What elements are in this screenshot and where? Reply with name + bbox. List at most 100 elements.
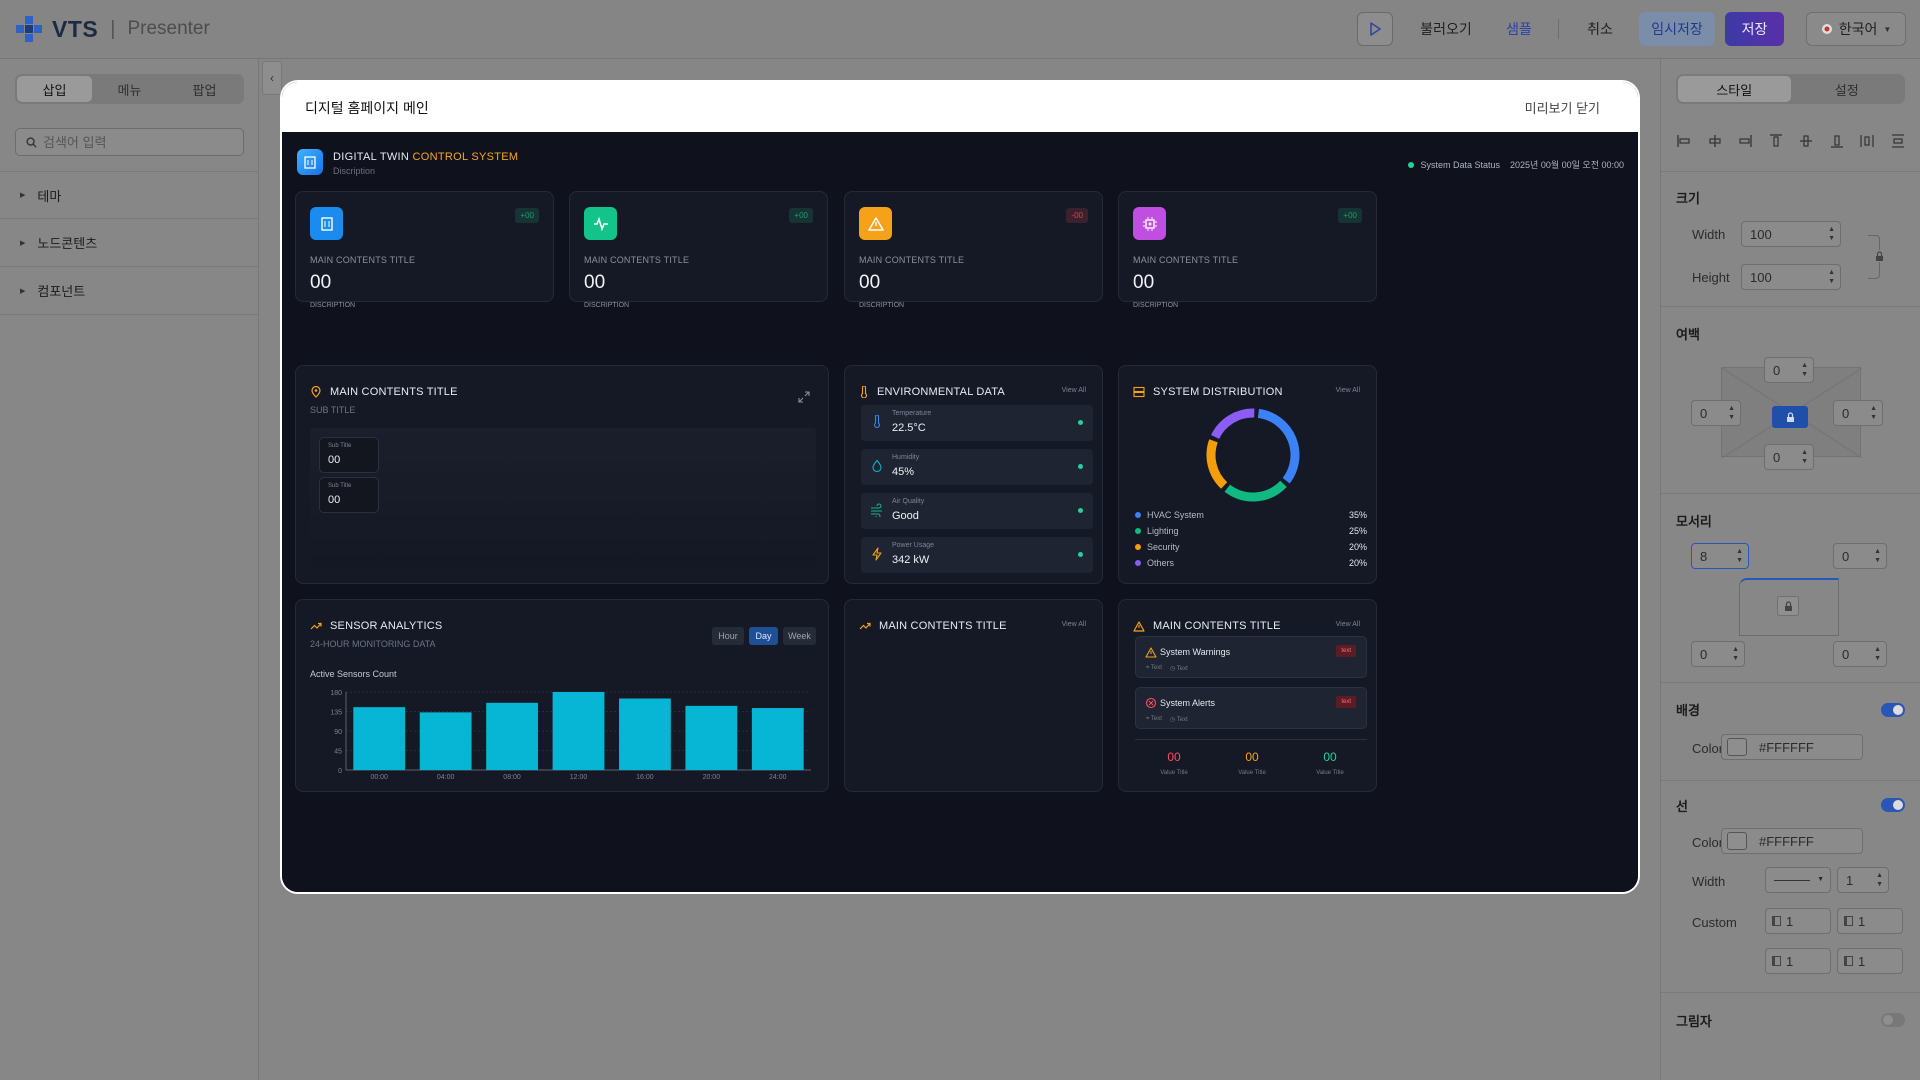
tab-hour[interactable]: Hour: [712, 627, 744, 645]
width-input[interactable]: 100 ▲ ▼: [1741, 221, 1841, 247]
legend-item: Others 20%: [1135, 558, 1367, 568]
stepper-icon[interactable]: ▲ ▼: [1801, 448, 1808, 466]
corner-bl-input[interactable]: 0 ▲ ▼: [1691, 641, 1745, 667]
align-left-icon[interactable]: [1676, 133, 1692, 149]
margin-right-input[interactable]: 0 ▲ ▼: [1833, 400, 1883, 426]
env-data-row[interactable]: Air Quality Good: [861, 493, 1093, 529]
corner-lock-button[interactable]: [1777, 596, 1799, 616]
system-status: System Data Status 2025년 00월 00일 오전 00:0…: [1408, 158, 1624, 171]
stepper-icon[interactable]: ▲ ▼: [1870, 404, 1877, 422]
alert-item[interactable]: System Warnings text ⌖ Text ◷ Text: [1135, 636, 1367, 678]
border-left-input[interactable]: 1: [1837, 948, 1903, 974]
tab-menu[interactable]: 메뉴: [92, 76, 167, 102]
map-pin-icon: [311, 386, 321, 398]
trending-up-icon: [310, 622, 322, 630]
stat-label: MAIN CONTENTS TITLE: [584, 255, 690, 265]
play-button[interactable]: [1357, 12, 1393, 46]
margin-top-input[interactable]: 0 ▲ ▼: [1764, 357, 1814, 383]
stepper-icon[interactable]: ▲ ▼: [1732, 645, 1739, 663]
border-top-value: 1: [1786, 913, 1794, 929]
corner-tr-input[interactable]: 0 ▲ ▼: [1833, 543, 1887, 569]
height-input[interactable]: 100 ▲ ▼: [1741, 264, 1841, 290]
margin-lock-button[interactable]: [1772, 406, 1808, 428]
collapse-left-panel-button[interactable]: ‹: [262, 61, 282, 95]
align-top-icon[interactable]: [1768, 133, 1784, 149]
view-all-link[interactable]: View All: [1336, 387, 1360, 394]
background-toggle[interactable]: [1881, 703, 1905, 717]
status-dot-icon: [1408, 161, 1415, 168]
stepper-icon[interactable]: ▲ ▼: [1728, 404, 1735, 422]
tree-item-node-contents[interactable]: ▶ 노드콘텐츠: [0, 219, 259, 267]
load-button[interactable]: 불러오기: [1411, 12, 1481, 46]
stepper-icon[interactable]: ▲ ▼: [1828, 268, 1835, 286]
stepper-icon[interactable]: ▲ ▼: [1736, 547, 1743, 565]
env-data-row[interactable]: Temperature 22.5°C: [861, 405, 1093, 441]
status-dot-icon: [1078, 420, 1083, 425]
tab-week[interactable]: Week: [783, 627, 816, 645]
env-data-row[interactable]: Humidity 45%: [861, 449, 1093, 485]
align-bottom-icon[interactable]: [1829, 133, 1845, 149]
summary-value: 00: [1167, 750, 1181, 764]
env-value: 342 kW: [892, 554, 930, 566]
line-color-swatch[interactable]: [1727, 832, 1747, 850]
border-right-input[interactable]: 1: [1837, 908, 1903, 934]
margin-bottom-input[interactable]: 0 ▲ ▼: [1764, 444, 1814, 470]
line-style-select[interactable]: ▼: [1765, 867, 1831, 893]
align-right-icon[interactable]: [1737, 133, 1753, 149]
tab-settings[interactable]: 설정: [1791, 76, 1904, 102]
temp-save-button[interactable]: 임시저장: [1639, 12, 1715, 46]
stepper-icon[interactable]: ▲ ▼: [1874, 645, 1881, 663]
border-top-input[interactable]: 1: [1765, 908, 1831, 934]
view-all-link[interactable]: View All: [1062, 387, 1086, 394]
section-divider: [1661, 171, 1920, 172]
view-all-link[interactable]: View All: [1062, 621, 1086, 628]
view-all-link[interactable]: View All: [1336, 621, 1360, 628]
map-viewport[interactable]: [310, 428, 816, 568]
align-toolbar: [1676, 133, 1906, 149]
stepper-icon[interactable]: ▲ ▼: [1801, 361, 1808, 379]
stepper-icon[interactable]: ▲ ▼: [1874, 547, 1881, 565]
stepper-icon[interactable]: ▲ ▼: [1876, 871, 1883, 889]
tab-style[interactable]: 스타일: [1678, 76, 1791, 102]
sub-stat-box: Sub Title 00: [319, 477, 379, 513]
border-bottom-input[interactable]: 1: [1765, 948, 1831, 974]
margin-left-value: 0: [1700, 405, 1708, 421]
stepper-icon[interactable]: ▲ ▼: [1828, 225, 1835, 243]
tab-day[interactable]: Day: [749, 627, 778, 645]
alert-item[interactable]: System Alerts text ⌖ Text ◷ Text: [1135, 687, 1367, 729]
right-tabs: 스타일 설정: [1676, 74, 1905, 104]
tab-insert[interactable]: 삽입: [17, 76, 92, 102]
sub-stat-value: 00: [328, 454, 341, 466]
close-preview-button[interactable]: 미리보기 닫기: [1525, 98, 1600, 117]
background-title: 배경: [1676, 703, 1700, 718]
line-toggle[interactable]: [1881, 798, 1905, 812]
search-input[interactable]: [43, 134, 223, 150]
corner-tl-input[interactable]: 8 ▲ ▼: [1691, 543, 1749, 569]
stat-value: 00: [584, 272, 606, 293]
divider: [1135, 739, 1367, 740]
caret-right-icon: ▶: [20, 239, 26, 247]
save-button[interactable]: 저장: [1725, 12, 1784, 46]
lock-icon[interactable]: [1874, 250, 1884, 262]
align-center-v-icon[interactable]: [1798, 133, 1814, 149]
tree-item-theme[interactable]: ▶ 테마: [0, 171, 259, 219]
distribute-v-icon[interactable]: [1890, 133, 1906, 149]
env-data-row[interactable]: Power Usage 342 kW: [861, 537, 1093, 573]
tree-item-components[interactable]: ▶ 컴포넌트: [0, 267, 259, 315]
background-color-swatch[interactable]: [1727, 738, 1747, 756]
corner-br-input[interactable]: 0 ▲ ▼: [1833, 641, 1887, 667]
chevron-left-icon: ‹: [270, 71, 274, 85]
stat-description: DISCRIPTION: [584, 302, 630, 309]
tab-popup[interactable]: 팝업: [167, 76, 242, 102]
shadow-toggle[interactable]: [1881, 1013, 1905, 1027]
y-tick-label: 180: [330, 690, 342, 697]
cancel-button[interactable]: 취소: [1580, 12, 1620, 46]
distribute-h-icon[interactable]: [1859, 133, 1875, 149]
language-select[interactable]: 한국어 ▼: [1806, 12, 1906, 46]
alert-tag: text: [1336, 696, 1356, 708]
sample-button[interactable]: 샘플: [1496, 12, 1542, 46]
align-center-h-icon[interactable]: [1707, 133, 1723, 149]
expand-icon[interactable]: [798, 391, 810, 403]
margin-left-input[interactable]: 0 ▲ ▼: [1691, 400, 1741, 426]
line-width-input[interactable]: 1 ▲ ▼: [1837, 867, 1889, 893]
